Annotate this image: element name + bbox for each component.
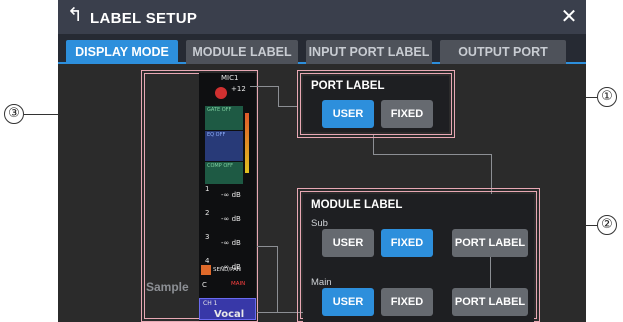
tab-display-mode[interactable]: DISPLAY MODE [66, 40, 178, 64]
dialog-title: LABEL SETUP [90, 10, 198, 27]
close-icon[interactable]: ✕ [558, 6, 580, 28]
eq-block: EQ OFF [205, 131, 243, 161]
sub-fixed-button[interactable]: FIXED [381, 229, 433, 257]
main-port-label-button[interactable]: PORT LABEL [452, 288, 528, 316]
port-label-title: PORT LABEL [311, 80, 385, 92]
comp-label: COMP OFF [207, 163, 234, 169]
channel-name-box: CH 1 Vocal [199, 298, 256, 320]
eq-label: EQ OFF [207, 132, 226, 138]
main-badge: MAIN [231, 281, 246, 287]
title-bar: ↰ LABEL SETUP ✕ [58, 0, 586, 34]
send-2: 2 -∞ dB [203, 209, 249, 233]
gate-label: GATE OFF [207, 107, 232, 113]
connector [490, 257, 491, 288]
pan-center: C [202, 281, 207, 289]
gain-knob-icon [215, 87, 227, 99]
send-value: -∞ dB [221, 215, 241, 223]
main-user-button[interactable]: USER [322, 288, 374, 316]
back-arrow-icon[interactable]: ↰ [64, 5, 86, 27]
channel-name: Vocal [214, 309, 245, 320]
send-number: 2 [205, 209, 210, 217]
callout-1: ① [597, 87, 617, 107]
connector [250, 86, 278, 87]
send-number: 1 [205, 185, 210, 193]
send-3: 3 -∞ dB [203, 233, 249, 257]
connector [278, 106, 298, 107]
tab-input-port-label[interactable]: INPUT PORT LABEL [306, 40, 432, 64]
gate-block: GATE OFF [205, 106, 243, 130]
tab-output-port-label[interactable]: OUTPUT PORT LABEL [440, 40, 566, 83]
send-pan-label: SEND/PAN [213, 267, 242, 273]
sample-label: Sample [146, 280, 189, 294]
connector [373, 154, 491, 155]
level-meter [245, 113, 249, 173]
sample-channel-strip: MIC1 +12 GATE OFF EQ OFF COMP OFF 1 -∞ d… [199, 73, 256, 321]
comp-block: COMP OFF [205, 162, 243, 184]
send-value: -∞ dB [221, 239, 241, 247]
send-pan-toggle [201, 265, 211, 275]
send-value: -∞ dB [221, 191, 241, 199]
sub-label: Sub [311, 218, 328, 229]
sub-port-label-button[interactable]: PORT LABEL [452, 229, 528, 257]
send-number: 4 [205, 257, 210, 265]
input-name: MIC1 [221, 74, 239, 82]
callout-2: ② [597, 215, 617, 235]
sub-user-button[interactable]: USER [322, 229, 374, 257]
tab-module-label[interactable]: MODULE LABEL [186, 40, 298, 64]
tab-bar: DISPLAY MODE MODULE LABEL INPUT PORT LAB… [58, 34, 586, 83]
connector [277, 246, 278, 312]
main-label: Main [311, 277, 332, 288]
channel-number: CH 1 [203, 300, 218, 307]
connector [257, 246, 277, 247]
gain-value: +12 [231, 85, 246, 93]
port-label-user-button[interactable]: USER [322, 100, 374, 128]
port-label-fixed-button[interactable]: FIXED [381, 100, 433, 128]
connector [278, 86, 279, 106]
module-label-title: MODULE LABEL [311, 199, 403, 211]
send-1: 1 -∞ dB [203, 185, 249, 209]
main-fixed-button[interactable]: FIXED [381, 288, 433, 316]
send-number: 3 [205, 233, 210, 241]
callout-3: ③ [4, 104, 24, 124]
